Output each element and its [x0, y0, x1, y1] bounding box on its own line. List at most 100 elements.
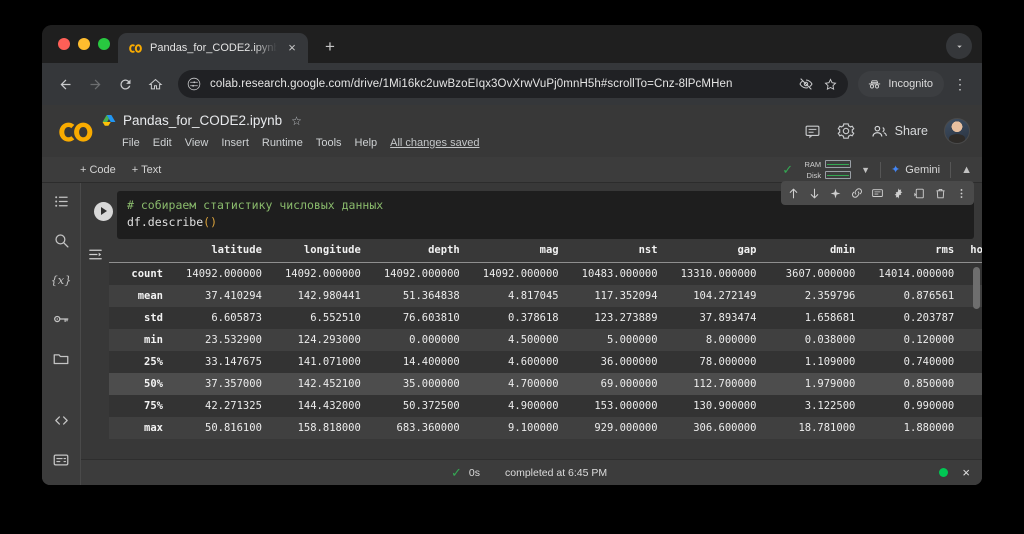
link-icon[interactable] [846, 183, 867, 204]
notebook-toolbar: +Code +Text ✓ RAM Disk ▼ ✦ [42, 157, 982, 183]
tracking-protection-icon[interactable] [798, 76, 814, 92]
maximize-window-button[interactable] [98, 38, 110, 50]
menu-item-tools[interactable]: Tools [316, 137, 342, 149]
mirror-cell-icon[interactable] [909, 183, 930, 204]
settings-icon[interactable] [888, 183, 909, 204]
close-window-button[interactable] [58, 38, 70, 50]
chevron-down-icon[interactable]: ▼ [861, 165, 870, 175]
table-cell: 10483.000000 [567, 263, 666, 286]
new-tab-button[interactable]: + [316, 33, 344, 61]
minimize-window-button[interactable] [78, 38, 90, 50]
close-tab-button[interactable]: × [284, 40, 300, 56]
people-icon [871, 123, 888, 140]
sidebar-item-command-palette[interactable] [50, 451, 72, 469]
close-output-button[interactable]: × [962, 465, 970, 480]
share-button[interactable]: Share [871, 123, 928, 140]
save-status[interactable]: All changes saved [390, 137, 479, 149]
table-cell: 104.272149 [666, 285, 765, 307]
reload-button[interactable] [112, 71, 138, 97]
status-indicator-dot [939, 468, 948, 477]
sidebar-item-secrets[interactable] [50, 310, 72, 328]
column-header-gap: gap [666, 239, 765, 263]
window-controls [54, 25, 118, 63]
avatar[interactable] [944, 118, 970, 144]
column-header-index [109, 239, 171, 263]
comment-icon[interactable] [804, 123, 821, 140]
forward-button[interactable] [82, 71, 108, 97]
incognito-icon [867, 77, 882, 92]
dataframe-output[interactable]: latitude longitude depth mag nst gap dmi… [109, 239, 982, 459]
sidebar-item-files[interactable] [50, 350, 72, 368]
table-head: latitude longitude depth mag nst gap dmi… [109, 239, 982, 263]
output-format-icon[interactable] [84, 243, 106, 265]
move-up-icon[interactable] [783, 183, 804, 204]
back-button[interactable] [52, 71, 78, 97]
ram-bar [825, 160, 851, 168]
star-icon[interactable]: ☆ [291, 114, 302, 128]
table-cell: 35.000000 [369, 373, 468, 395]
gemini-sparkle-icon[interactable] [825, 183, 846, 204]
delete-icon[interactable] [930, 183, 951, 204]
url-text[interactable]: colab.research.google.com/drive/1Mi16kc2… [210, 78, 789, 90]
plus-icon: + [132, 164, 138, 176]
table-cell: 6.552510 [270, 307, 369, 329]
table-cell: 3607.000000 [764, 263, 863, 286]
table-cell: 144.432000 [270, 395, 369, 417]
bookmark-star-icon[interactable] [823, 77, 838, 92]
output-scrollbar[interactable] [973, 267, 980, 309]
browser-menu-button[interactable]: ⋮ [948, 76, 972, 93]
column-header-horizontalerror: horizontalError [962, 239, 982, 263]
colab-menubar: File Edit View Insert Runtime Tools Help… [102, 134, 804, 152]
table-cell: 4.500000 [468, 329, 567, 351]
incognito-indicator[interactable]: Incognito [858, 71, 944, 97]
ram-meter: RAM [803, 160, 851, 169]
table-cell: 4.900000 [468, 395, 567, 417]
page-title[interactable]: Pandas_for_CODE2.ipynb [123, 113, 282, 128]
gemini-label: Gemini [905, 164, 940, 176]
menu-item-edit[interactable]: Edit [153, 137, 172, 149]
notebook-title-row: Pandas_for_CODE2.ipynb ☆ [102, 111, 804, 131]
table-cell: 9.100000 [468, 417, 567, 439]
table-cell: 5.000000 [567, 329, 666, 351]
menu-item-insert[interactable]: Insert [221, 137, 249, 149]
tab-list-button[interactable] [946, 33, 972, 59]
table-row: 50%37.357000142.45210035.0000004.7000006… [109, 373, 982, 395]
sidebar-item-variables[interactable]: {x} [50, 271, 72, 288]
status-message: completed at 6:45 PM [505, 467, 607, 479]
more-options-icon[interactable] [951, 183, 972, 204]
code-cell[interactable]: # собираем статистику числовых данных df… [81, 183, 982, 239]
site-settings-icon[interactable] [187, 77, 201, 91]
add-text-cell-button[interactable]: +Text [132, 164, 162, 176]
table-cell: 42.271325 [171, 395, 270, 417]
home-button[interactable] [142, 71, 168, 97]
resource-meter[interactable]: RAM Disk [803, 160, 851, 180]
table-cell: 0.000000 [369, 329, 468, 351]
add-text-label: Text [141, 164, 161, 176]
table-cell: 117.352094 [567, 285, 666, 307]
menu-item-runtime[interactable]: Runtime [262, 137, 303, 149]
sidebar-item-code-snippets[interactable] [50, 412, 72, 429]
menu-item-file[interactable]: File [122, 137, 140, 149]
table-cell: 37.893474 [666, 307, 765, 329]
table-cell: 78.000000 [666, 351, 765, 373]
gear-icon[interactable] [837, 122, 855, 140]
sidebar-item-table-of-contents[interactable] [50, 193, 72, 210]
address-bar[interactable]: colab.research.google.com/drive/1Mi16kc2… [178, 70, 848, 98]
row-label: 50% [109, 373, 171, 395]
divider [880, 162, 881, 178]
collapse-toolbar-icon[interactable]: ▲ [961, 164, 972, 176]
menu-item-help[interactable]: Help [355, 137, 378, 149]
move-down-icon[interactable] [804, 183, 825, 204]
tab-title: Pandas_for_CODE2.ipynb - C [150, 42, 277, 54]
colab-logo[interactable] [56, 114, 96, 148]
table-cell: 14092.000000 [369, 263, 468, 286]
run-cell-button[interactable] [89, 197, 117, 225]
add-code-cell-button[interactable]: +Code [80, 164, 116, 176]
gemini-button[interactable]: ✦ Gemini [891, 163, 940, 176]
menu-item-view[interactable]: View [185, 137, 209, 149]
browser-tab[interactable]: Pandas_for_CODE2.ipynb - C × [118, 33, 308, 63]
code-parens: () [203, 215, 217, 229]
sidebar-item-search[interactable] [50, 232, 72, 249]
comment-icon[interactable] [867, 183, 888, 204]
table-cell: 158.818000 [270, 417, 369, 439]
